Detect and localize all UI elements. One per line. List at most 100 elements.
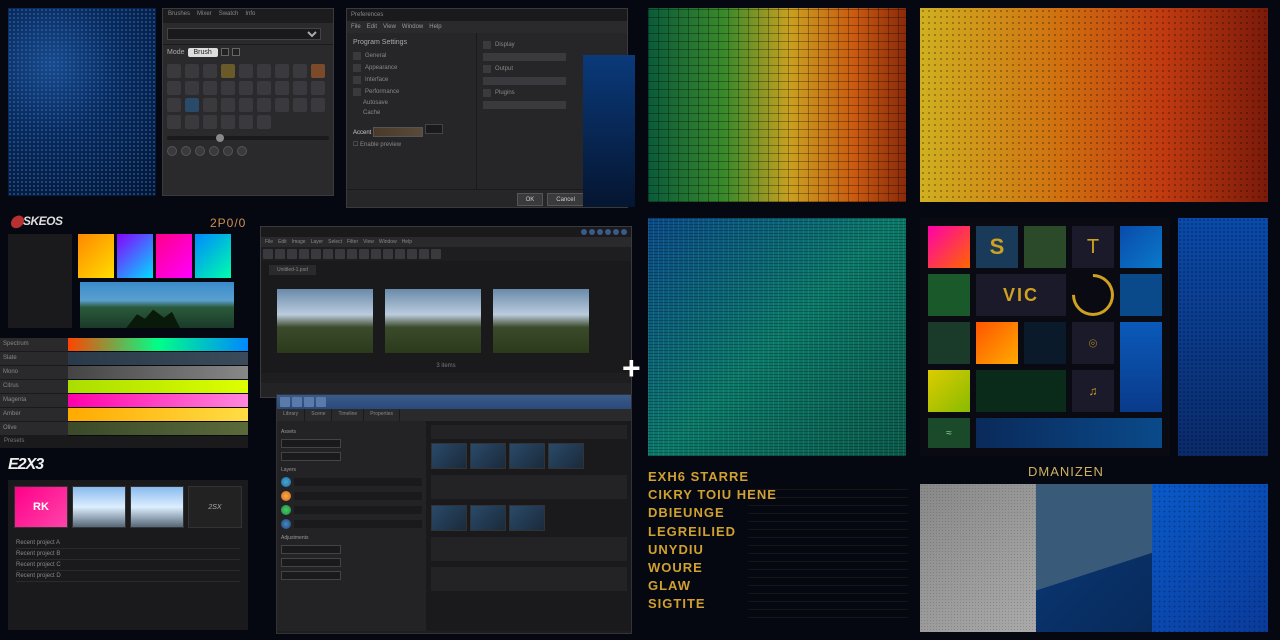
brush-icon[interactable]: [257, 64, 271, 78]
preview-checkbox[interactable]: ☐ Enable preview: [353, 141, 470, 148]
menu-item[interactable]: Image: [292, 239, 306, 245]
window-dot-icon[interactable]: [589, 229, 595, 235]
size-slider[interactable]: [167, 136, 329, 140]
pref-item[interactable]: General: [353, 50, 470, 62]
tab-brushes[interactable]: Brushes: [165, 10, 193, 22]
tab-library[interactable]: Library: [277, 409, 305, 421]
brush-icon[interactable]: [203, 115, 217, 129]
asset-thumb[interactable]: [470, 505, 506, 531]
brush-icon[interactable]: [311, 81, 325, 95]
brush-icon[interactable]: [185, 81, 199, 95]
asset-thumb[interactable]: [470, 443, 506, 469]
menu-window[interactable]: Window: [402, 24, 423, 30]
dropdown[interactable]: [281, 571, 341, 580]
menu-item[interactable]: Layer: [311, 239, 324, 245]
tool-icon[interactable]: [371, 249, 381, 259]
brush-icon[interactable]: [239, 115, 253, 129]
brush-icon[interactable]: [203, 98, 217, 112]
swatch-circle-icon[interactable]: [181, 146, 191, 156]
document-tab[interactable]: Untitled-1.psd: [269, 265, 316, 275]
timeline-track[interactable]: [431, 537, 627, 561]
gradient-bar[interactable]: [68, 380, 248, 394]
brush-icon[interactable]: [239, 98, 253, 112]
layer-row[interactable]: [281, 543, 422, 556]
layer-row[interactable]: [281, 475, 422, 489]
layer-row[interactable]: [281, 556, 422, 569]
brush-icon[interactable]: [185, 98, 199, 112]
tool-icon[interactable]: [335, 249, 345, 259]
dropdown[interactable]: [281, 439, 341, 448]
canvas-image[interactable]: [385, 289, 481, 353]
tool-icon[interactable]: [407, 249, 417, 259]
tool-icon[interactable]: [299, 249, 309, 259]
asset-thumb[interactable]: [509, 443, 545, 469]
gradient-bar[interactable]: [68, 338, 248, 352]
swatch-circle-icon[interactable]: [195, 146, 205, 156]
brush-icon[interactable]: [311, 98, 325, 112]
num-input[interactable]: [425, 124, 443, 134]
color-input[interactable]: [373, 127, 423, 137]
brush-icon[interactable]: [293, 81, 307, 95]
tool-icon[interactable]: [347, 249, 357, 259]
window-dot-icon[interactable]: [605, 229, 611, 235]
brush-icon[interactable]: [185, 64, 199, 78]
tool-icon[interactable]: [323, 249, 333, 259]
brush-icon[interactable]: [293, 98, 307, 112]
brush-icon[interactable]: [221, 98, 235, 112]
swatch-circle-icon[interactable]: [209, 146, 219, 156]
tool-icon[interactable]: [263, 249, 273, 259]
menu-item[interactable]: Help: [402, 239, 412, 245]
tool-icon[interactable]: [431, 249, 441, 259]
menu-help[interactable]: Help: [429, 24, 441, 30]
thumb-sky[interactable]: [72, 486, 126, 528]
dropdown[interactable]: [281, 558, 341, 567]
swatch-circle-icon[interactable]: [223, 146, 233, 156]
pref-item[interactable]: Performance: [353, 86, 470, 98]
asset-thumb[interactable]: [548, 443, 584, 469]
tab-timeline[interactable]: Timeline: [332, 409, 364, 421]
tool-icon[interactable]: [419, 249, 429, 259]
menu-edit[interactable]: Edit: [367, 24, 377, 30]
window-dot-icon[interactable]: [621, 229, 627, 235]
cancel-button[interactable]: Cancel: [547, 193, 584, 206]
tool-icon[interactable]: [383, 249, 393, 259]
brush-icon[interactable]: [167, 64, 181, 78]
brush-icon[interactable]: [275, 81, 289, 95]
menu-file[interactable]: File: [351, 24, 361, 30]
ok-button[interactable]: OK: [517, 193, 544, 206]
tab-scene[interactable]: Scene: [305, 409, 332, 421]
asset-thumb[interactable]: [431, 443, 467, 469]
gradient-swatch[interactable]: [78, 234, 114, 278]
brush-icon[interactable]: [293, 64, 307, 78]
brush-icon[interactable]: [257, 98, 271, 112]
gradient-bar[interactable]: [68, 352, 248, 366]
timeline-track[interactable]: [431, 475, 627, 499]
list-item[interactable]: Recent project C: [16, 560, 240, 571]
window-dot-icon[interactable]: [613, 229, 619, 235]
layer-row[interactable]: [281, 569, 422, 582]
brush-icon[interactable]: [221, 81, 235, 95]
tab-info[interactable]: Info: [242, 10, 258, 22]
pref-subitem[interactable]: Autosave: [363, 98, 470, 108]
tool-icon[interactable]: [311, 249, 321, 259]
preset-select[interactable]: [167, 28, 321, 40]
pref-item[interactable]: Appearance: [353, 62, 470, 74]
layer-row[interactable]: [281, 450, 422, 463]
gradient-swatch[interactable]: [195, 234, 231, 278]
layer-row[interactable]: [281, 503, 422, 517]
gradient-bar[interactable]: [68, 394, 248, 408]
brush-icon[interactable]: [221, 115, 235, 129]
brush-icon[interactable]: [239, 64, 253, 78]
asset-thumb[interactable]: [509, 505, 545, 531]
menu-item[interactable]: View: [363, 239, 374, 245]
menu-view[interactable]: View: [383, 24, 396, 30]
brush-icon[interactable]: [275, 98, 289, 112]
mode-checkbox[interactable]: [221, 48, 229, 56]
tool-icon[interactable]: [287, 249, 297, 259]
brush-icon[interactable]: [257, 81, 271, 95]
tool-icon[interactable]: [395, 249, 405, 259]
layer-row[interactable]: [281, 437, 422, 450]
mode-value[interactable]: Brush: [188, 48, 218, 57]
menu-item[interactable]: Filter: [347, 239, 358, 245]
window-dot-icon[interactable]: [597, 229, 603, 235]
